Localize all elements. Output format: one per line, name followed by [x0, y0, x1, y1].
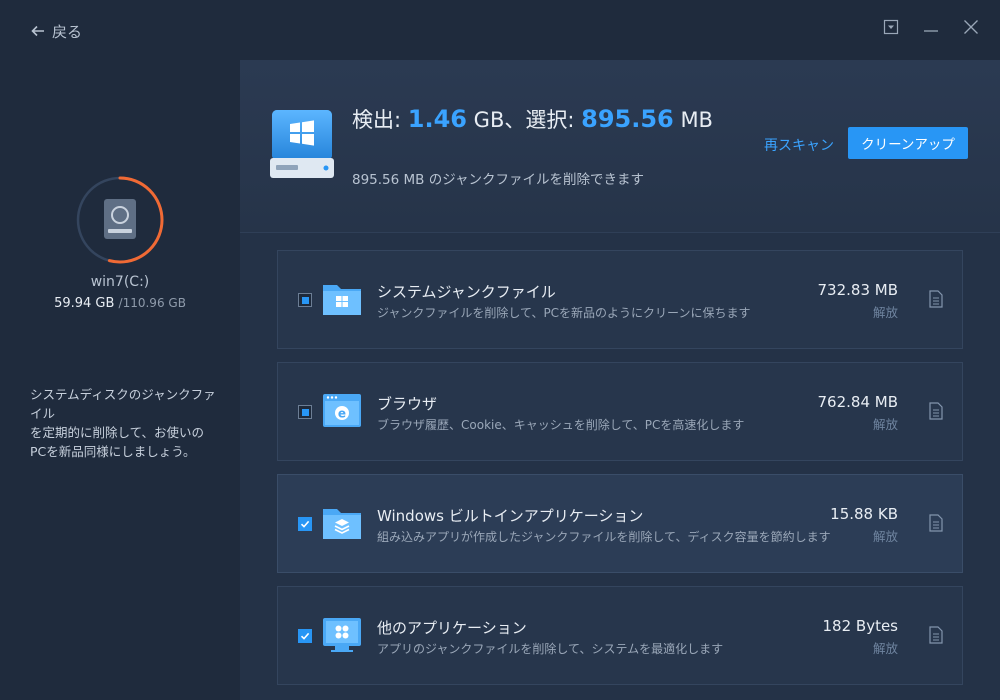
selected-value: 895.56: [581, 105, 674, 133]
sidebar-description: システムディスクのジャンクファイル を定期的に削除して、お使いの PCを新品同様…: [30, 385, 220, 461]
item-title: 他のアプリケーション: [377, 619, 527, 637]
disk-usage-ring: [76, 176, 164, 264]
list-item-builtin-apps[interactable]: Windows ビルトインアプリケーション 組み込みアプリが作成したジャンクファ…: [277, 474, 963, 573]
item-size: 732.83 MB: [817, 281, 899, 299]
item-release-link[interactable]: 解放: [873, 302, 898, 321]
arrow-left-icon: [31, 25, 44, 37]
title-bar: 戻る: [0, 0, 1000, 60]
item-description: ブラウザ履歴、Cookie、キャッシュを削除して、PCを高速化します: [377, 418, 745, 432]
list-item-other-apps[interactable]: 他のアプリケーション アプリのジャンクファイルを削除して、システムを最適化します…: [277, 586, 963, 685]
builtin-apps-folder-icon: [323, 509, 361, 539]
disk-used: 59.94 GB: [54, 296, 115, 311]
document-icon[interactable]: [928, 402, 944, 420]
list-item-system-junk[interactable]: システムジャンクファイル ジャンクファイルを削除して、PCを新品のようにクリーン…: [277, 250, 963, 349]
sidebar-description-line: PCを新品同様にしましょう。: [30, 444, 196, 459]
document-icon[interactable]: [928, 626, 944, 644]
other-apps-icon: [323, 618, 361, 652]
rescan-link[interactable]: 再スキャン: [764, 135, 834, 155]
back-label: 戻る: [52, 22, 83, 41]
scan-headline: 検出: 1.46 GB、選択: 895.56 MB: [352, 104, 713, 134]
item-size: 762.84 MB: [817, 393, 899, 411]
found-unit: GB、選択:: [473, 108, 575, 132]
item-checkbox[interactable]: [298, 405, 312, 419]
scan-subtext: 895.56 MB のジャンクファイルを削除できます: [352, 172, 645, 188]
list-item-browser[interactable]: e ブラウザ ブラウザ履歴、Cookie、キャッシュを削除して、PCを高速化しま…: [277, 362, 963, 461]
item-title: Windows ビルトインアプリケーション: [377, 507, 644, 525]
svg-text:e: e: [338, 407, 346, 421]
selected-unit: MB: [680, 108, 713, 132]
dropdown-icon: [883, 19, 899, 35]
minimize-icon: [924, 30, 938, 32]
cleanup-button[interactable]: クリーンアップ: [848, 127, 968, 159]
system-folder-icon: [323, 285, 361, 315]
item-release-link[interactable]: 解放: [873, 414, 898, 433]
hard-disk-icon: [104, 199, 136, 239]
checkmark-icon: [300, 632, 310, 640]
found-value: 1.46: [407, 105, 467, 133]
browser-icon: e: [323, 394, 361, 427]
item-checkbox[interactable]: [298, 517, 312, 531]
back-button[interactable]: 戻る: [30, 20, 82, 42]
item-title: ブラウザ: [377, 395, 438, 413]
close-button[interactable]: [962, 18, 980, 36]
item-checkbox[interactable]: [298, 629, 312, 643]
close-icon: [964, 20, 978, 34]
sidebar-description-line: を定期的に削除して、お使いの: [30, 425, 205, 440]
main-panel: 検出: 1.46 GB、選択: 895.56 MB 895.56 MB のジャン…: [240, 60, 1000, 700]
disk-size: 59.94 GB /110.96 GB: [0, 296, 240, 311]
item-description: 組み込みアプリが作成したジャンクファイルを削除して、ディスク容量を節約します: [377, 530, 831, 544]
sidebar-description-line: システムディスクのジャンクファイル: [30, 387, 216, 421]
checkmark-icon: [300, 520, 310, 528]
partial-check-icon: [301, 408, 309, 416]
disk-total: /110.96 GB: [118, 296, 186, 310]
item-size: 15.88 KB: [830, 505, 898, 523]
sidebar: win7(C:) 59.94 GB /110.96 GB システムディスクのジャ…: [0, 60, 240, 700]
document-icon[interactable]: [928, 290, 944, 308]
dropdown-menu-button[interactable]: [882, 18, 900, 36]
disk-name: win7(C:): [90, 274, 150, 290]
item-release-link[interactable]: 解放: [873, 526, 898, 545]
item-title: システムジャンクファイル: [377, 283, 556, 301]
scan-summary: 検出: 1.46 GB、選択: 895.56 MB 895.56 MB のジャン…: [240, 60, 1000, 233]
item-release-link[interactable]: 解放: [873, 638, 898, 657]
item-checkbox[interactable]: [298, 293, 312, 307]
partial-check-icon: [301, 296, 309, 304]
found-label: 検出:: [352, 108, 402, 132]
junk-category-list: システムジャンクファイル ジャンクファイルを削除して、PCを新品のようにクリーン…: [277, 250, 963, 698]
item-size: 182 Bytes: [822, 617, 899, 635]
document-icon[interactable]: [928, 514, 944, 532]
item-description: ジャンクファイルを削除して、PCを新品のようにクリーンに保ちます: [377, 306, 751, 320]
windows-drive-icon: [270, 110, 334, 178]
item-description: アプリのジャンクファイルを削除して、システムを最適化します: [377, 642, 724, 656]
window-controls: [882, 18, 980, 36]
minimize-button[interactable]: [922, 18, 940, 36]
